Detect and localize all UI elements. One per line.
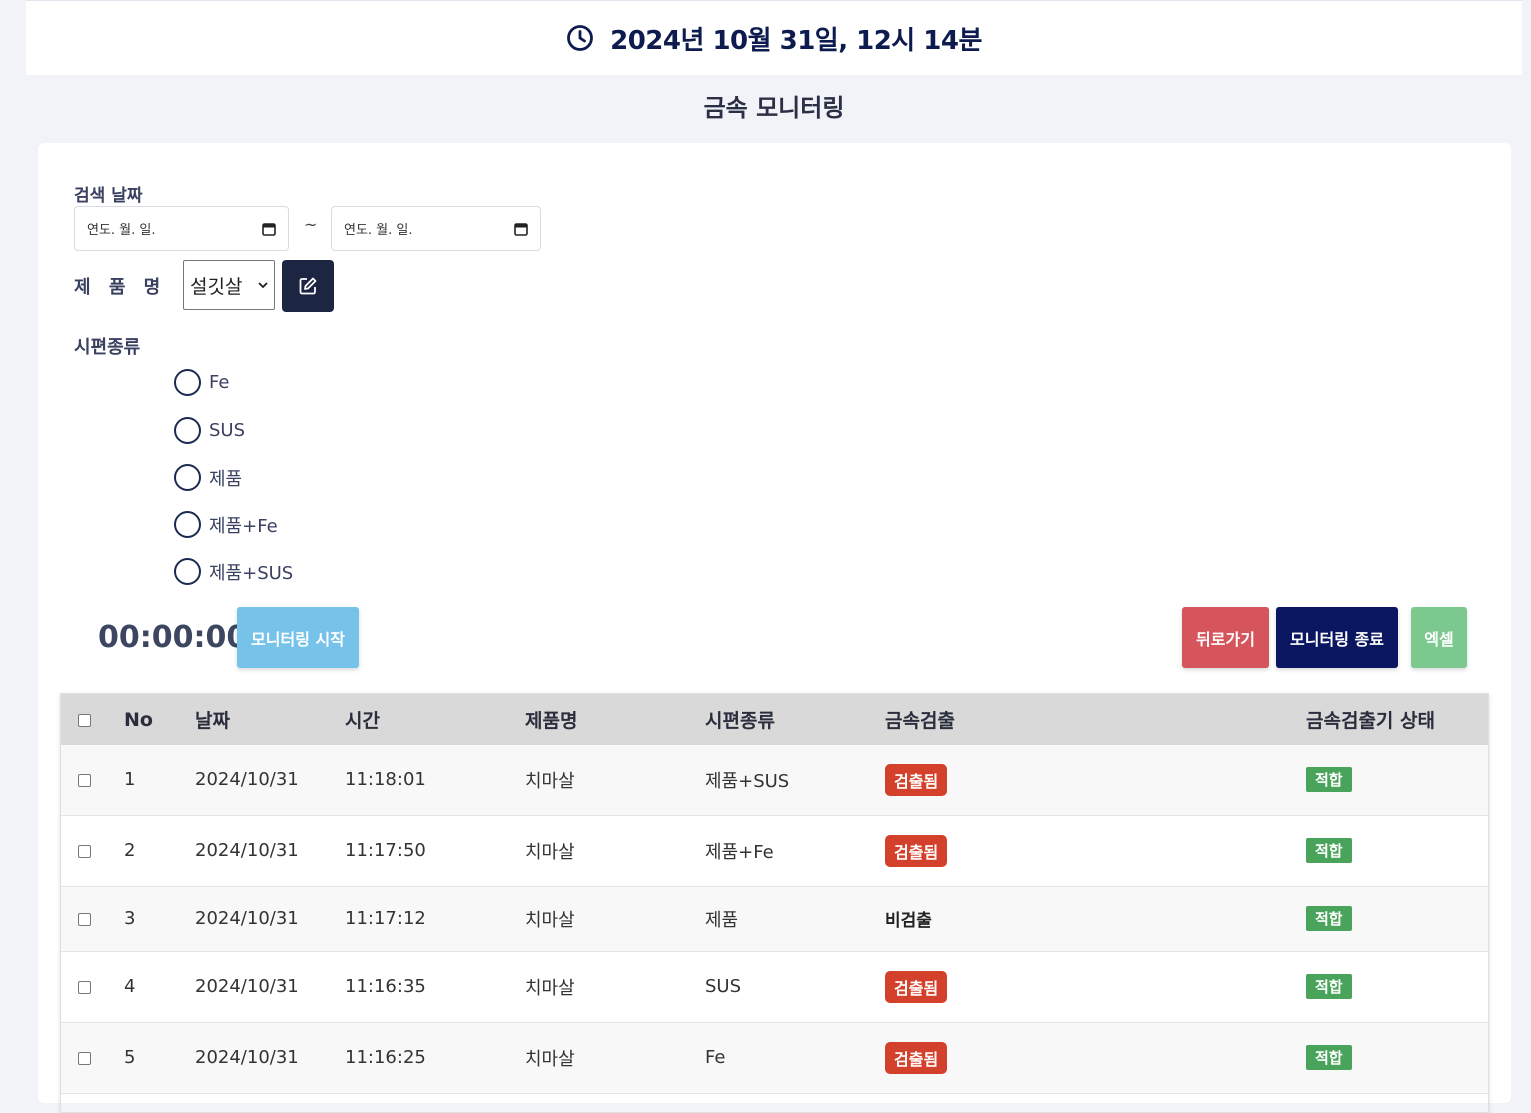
stop-monitoring-button[interactable]: 모니터링 종료 bbox=[1276, 607, 1398, 668]
cell-date: 2024/10/31 bbox=[195, 840, 299, 861]
sample-option-product[interactable]: 제품 bbox=[174, 464, 242, 491]
start-monitoring-button[interactable]: 모니터링 시작 bbox=[237, 607, 359, 668]
cell-date: 2024/10/31 bbox=[195, 1047, 299, 1068]
cell-no: 3 bbox=[124, 908, 136, 929]
cell-product: 치마살 bbox=[525, 1048, 575, 1070]
cell-date: 2024/10/31 bbox=[195, 976, 299, 997]
radio-button[interactable] bbox=[174, 511, 201, 538]
calendar-icon[interactable] bbox=[514, 222, 528, 236]
column-header: 제품명 bbox=[525, 710, 578, 732]
cell-no: 5 bbox=[124, 1047, 136, 1068]
sample-option-label: Fe bbox=[209, 372, 230, 393]
radio-button[interactable] bbox=[174, 369, 201, 396]
date-separator: ~ bbox=[304, 215, 318, 234]
cell-time: 11:16:25 bbox=[345, 1047, 426, 1068]
table-row: 3 2024/10/31 11:17:12 치마살 제품 비검출 적합 bbox=[61, 886, 1488, 951]
sample-label: 시편종류 bbox=[74, 337, 141, 358]
select-all-checkbox[interactable] bbox=[78, 713, 91, 727]
sample-option-sus[interactable]: SUS bbox=[174, 417, 245, 444]
date-end-placeholder: 연도. 월. 일. bbox=[344, 223, 413, 238]
sample-option-label: 제품 bbox=[209, 468, 243, 490]
radio-button[interactable] bbox=[174, 558, 201, 585]
status-badge: 적합 bbox=[1306, 1045, 1352, 1070]
date-end-input[interactable]: 연도. 월. 일. bbox=[331, 206, 541, 251]
product-selected-value: 설깃살 bbox=[190, 275, 243, 298]
detect-badge: 검출됨 bbox=[885, 834, 948, 867]
sample-option-product-sus[interactable]: 제품+SUS bbox=[174, 558, 293, 585]
page-title: 금속 모니터링 bbox=[703, 94, 845, 122]
cell-sample: 제품+Fe bbox=[705, 841, 774, 863]
table-row: 5 2024/10/31 11:16:25 치마살 Fe 검출됨 적합 bbox=[61, 1022, 1488, 1093]
sample-option-label: 제품+SUS bbox=[209, 562, 294, 584]
row-checkbox[interactable] bbox=[78, 980, 91, 994]
cell-sample: Fe bbox=[705, 1047, 726, 1068]
row-checkbox[interactable] bbox=[78, 912, 91, 926]
radio-button[interactable] bbox=[174, 417, 201, 444]
cell-date: 2024/10/31 bbox=[195, 908, 299, 929]
calendar-icon[interactable] bbox=[262, 222, 276, 236]
cell-product: 치마살 bbox=[525, 841, 575, 863]
table-row: 1 2024/10/31 11:18:01 치마살 제품+SUS 검출됨 적합 bbox=[61, 745, 1488, 815]
edit-icon bbox=[299, 277, 317, 295]
monitoring-timer: 00:00:00 bbox=[98, 620, 248, 655]
cell-no: 4 bbox=[124, 976, 136, 997]
date-start-placeholder: 연도. 월. 일. bbox=[87, 223, 156, 238]
cell-time: 11:17:50 bbox=[345, 840, 426, 861]
excel-button[interactable]: 엑셀 bbox=[1411, 607, 1467, 668]
row-checkbox[interactable] bbox=[78, 1051, 91, 1065]
detect-badge: 검출됨 bbox=[885, 1041, 948, 1074]
row-checkbox[interactable] bbox=[78, 773, 91, 787]
cell-no: 2 bbox=[124, 840, 136, 861]
sample-option-fe[interactable]: Fe bbox=[174, 369, 229, 396]
detect-badge: 검출됨 bbox=[885, 970, 948, 1003]
column-header: 금속검출 bbox=[885, 710, 955, 732]
cell-no: 1 bbox=[124, 769, 136, 791]
table-row: 2 2024/10/31 11:17:50 치마살 제품+Fe 검출됨 적합 bbox=[61, 815, 1488, 886]
row-checkbox[interactable] bbox=[78, 844, 91, 858]
column-header: 시편종류 bbox=[705, 710, 775, 732]
radio-button[interactable] bbox=[174, 464, 201, 491]
detect-badge: 검출됨 bbox=[885, 763, 948, 796]
status-badge: 적합 bbox=[1306, 906, 1352, 931]
status-badge: 적합 bbox=[1306, 838, 1352, 863]
column-header: 날짜 bbox=[195, 710, 230, 732]
sample-option-label: SUS bbox=[209, 420, 246, 441]
main-card: 검색 날짜 연도. 월. 일. ~ 연도. 월. 일. 제 품 명 설깃살 시편… bbox=[38, 143, 1511, 1113]
table-header-row: No 날짜 시간 제품명 시편종류 금속검출 금속검출기 상태 bbox=[61, 694, 1488, 745]
edit-product-button[interactable] bbox=[282, 260, 334, 312]
cell-sample: 제품+SUS bbox=[705, 770, 790, 792]
date-start-input[interactable]: 연도. 월. 일. bbox=[74, 206, 289, 251]
cell-product: 치마살 bbox=[525, 770, 575, 792]
column-header: 시간 bbox=[345, 710, 380, 732]
cell-sample: SUS bbox=[705, 976, 742, 997]
column-header: 금속검출기 상태 bbox=[1306, 710, 1435, 732]
status-badge: 적합 bbox=[1306, 767, 1352, 793]
cell-time: 11:17:12 bbox=[345, 908, 426, 929]
cell-time: 11:16:35 bbox=[345, 976, 426, 997]
clock-icon bbox=[567, 25, 594, 51]
cell-sample: 제품 bbox=[705, 909, 739, 931]
product-label: 제 품 명 bbox=[74, 277, 167, 298]
column-header: No bbox=[124, 708, 153, 731]
cell-product: 치마살 bbox=[525, 977, 575, 999]
product-select[interactable]: 설깃살 bbox=[183, 260, 275, 310]
cell-date: 2024/10/31 bbox=[195, 769, 299, 791]
chevron-down-icon bbox=[258, 282, 268, 289]
results-table: No 날짜 시간 제품명 시편종류 금속검출 금속검출기 상태 1 2024/10… bbox=[60, 693, 1489, 1113]
date-label: 검색 날짜 bbox=[74, 186, 143, 206]
current-datetime: 2024년 10월 31일, 12시 14분 bbox=[610, 25, 982, 56]
sample-option-label: 제품+Fe bbox=[209, 515, 278, 537]
detect-badge: 비검출 bbox=[885, 911, 932, 931]
back-button[interactable]: 뒤로가기 bbox=[1182, 607, 1269, 668]
cell-product: 치마살 bbox=[525, 909, 575, 931]
table-row: 4 2024/10/31 11:16:35 치마살 SUS 검출됨 적합 bbox=[61, 951, 1488, 1022]
top-bar: 2024년 10월 31일, 12시 14분 bbox=[26, 0, 1522, 75]
sample-option-product-fe[interactable]: 제품+Fe bbox=[174, 511, 278, 538]
status-badge: 적합 bbox=[1306, 974, 1352, 999]
cell-time: 11:18:01 bbox=[345, 769, 426, 791]
